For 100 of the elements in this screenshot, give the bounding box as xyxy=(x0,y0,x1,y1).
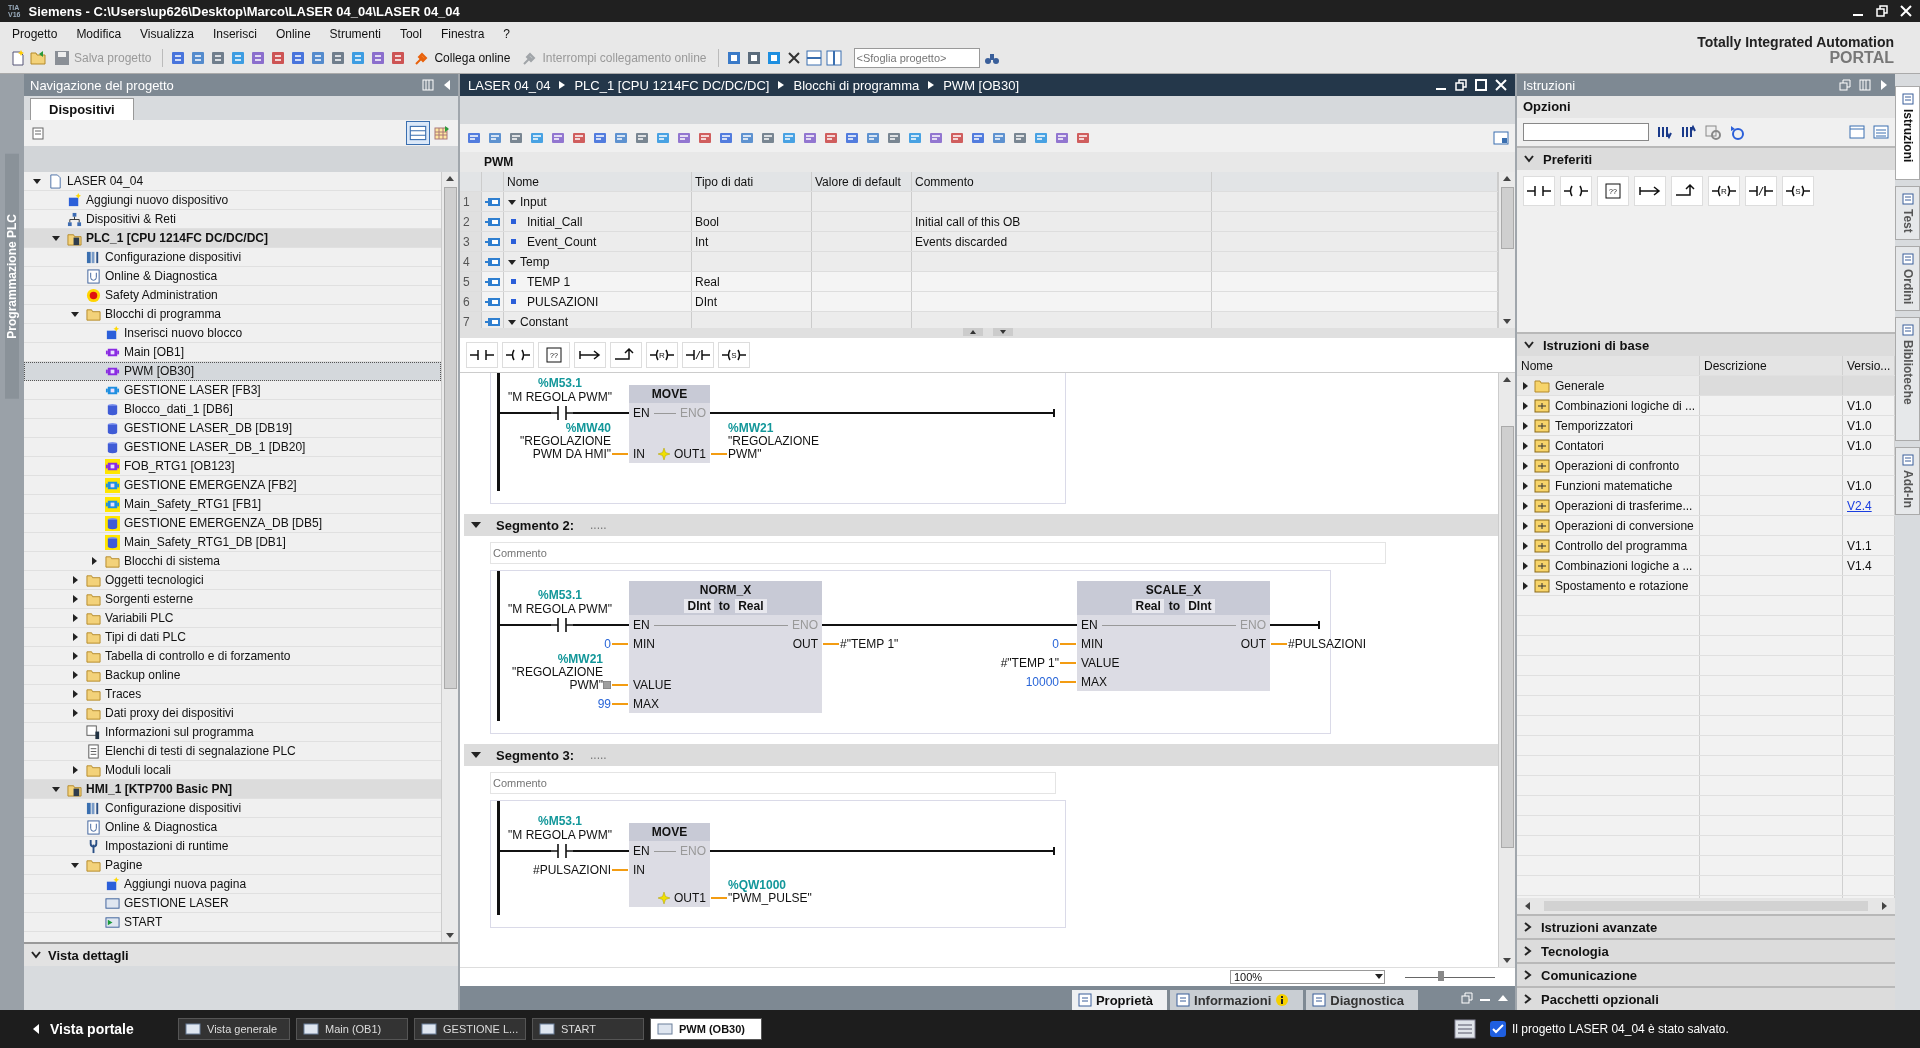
expand-arrow-icon[interactable] xyxy=(1521,560,1529,571)
tool-icon[interactable] xyxy=(1012,130,1028,146)
restore-icon[interactable] xyxy=(1876,5,1888,17)
operand-name[interactable]: #PULSAZIONI xyxy=(1288,638,1367,651)
expand-arrow-icon[interactable] xyxy=(1521,580,1529,591)
instruction-button[interactable] xyxy=(466,342,498,368)
expand-arrow-icon[interactable] xyxy=(1521,380,1529,391)
data-type-field[interactable]: Real xyxy=(735,599,767,613)
tree-item[interactable]: Variabili PLC xyxy=(24,609,441,628)
expander-icon[interactable] xyxy=(70,651,80,661)
data-type-field[interactable]: DInt xyxy=(1185,599,1215,613)
scrollbar[interactable] xyxy=(1498,172,1515,328)
splitter-down-icon[interactable] xyxy=(992,328,1013,336)
instruction-box[interactable]: NORM_X DInt to Real EN ENO MIN OUT VALUE MAX xyxy=(629,581,822,713)
editor-tab[interactable]: START xyxy=(532,1018,644,1040)
instruction-button[interactable]: S xyxy=(718,342,750,368)
constant-value[interactable]: 0 xyxy=(604,638,611,651)
tree-item[interactable]: Elenchi di testi di segnalazione PLC xyxy=(24,742,441,761)
constant-value[interactable]: 99 xyxy=(597,698,611,711)
tool-icon[interactable] xyxy=(634,130,650,146)
breadcrumb-item[interactable]: LASER 04_04 xyxy=(468,77,551,93)
connect-online-button[interactable]: Collega online xyxy=(410,50,515,66)
instruction-button[interactable]: R xyxy=(646,342,678,368)
menu-item[interactable]: Online xyxy=(275,26,311,41)
tree-item[interactable]: Tabella di controllo e di forzamento xyxy=(24,647,441,666)
breadcrumb-item[interactable]: Blocchi di programma xyxy=(793,77,920,93)
instruction-group-row[interactable]: Controllo del programma V1.1 xyxy=(1517,536,1895,556)
instruction-group-row[interactable]: Operazioni di trasferime... V2.4 xyxy=(1517,496,1895,516)
operand-name[interactable]: "REGOLAZIONE PWM" xyxy=(507,666,603,692)
new-project-icon[interactable] xyxy=(10,50,26,66)
restore-icon[interactable] xyxy=(1455,79,1467,91)
menu-item[interactable]: Tool xyxy=(399,26,422,41)
tool-icon[interactable] xyxy=(250,50,267,66)
instruction-button[interactable] xyxy=(574,342,606,368)
instruction-box[interactable]: MOVE EN ENO IN OUT1 xyxy=(629,385,710,463)
operand-name[interactable]: "REGOLAZIONE PWM" xyxy=(728,435,824,461)
expand-arrow-icon[interactable] xyxy=(1521,480,1529,491)
close-icon[interactable] xyxy=(785,50,802,66)
tool-icon[interactable] xyxy=(676,130,692,146)
column-header[interactable]: Descrizione xyxy=(1700,356,1843,375)
portal-view-button[interactable]: Vista portale xyxy=(32,1021,172,1037)
data-type-field[interactable]: DInt xyxy=(684,599,714,613)
tree-item[interactable]: GESTIONE LASER_DB_1 [DB20] xyxy=(24,438,441,457)
tool-icon[interactable] xyxy=(781,130,797,146)
expander-icon[interactable] xyxy=(70,594,80,604)
tool-icon[interactable] xyxy=(697,130,713,146)
tool-icon[interactable] xyxy=(487,130,503,146)
tool-icon[interactable] xyxy=(550,130,566,146)
instruction-box[interactable]: MOVE EN ENO IN OUT1 xyxy=(629,823,710,907)
search-down-icon[interactable] xyxy=(1657,124,1673,140)
tool-icon[interactable] xyxy=(970,130,986,146)
menu-item[interactable]: Progetto xyxy=(12,26,58,41)
menu-item[interactable]: Strumenti xyxy=(329,26,381,41)
tool-icon[interactable] xyxy=(190,50,207,66)
tree-item[interactable]: Pagine xyxy=(24,856,441,875)
expand-arrow-icon[interactable] xyxy=(1521,460,1529,471)
side-tab[interactable]: Istruzioni xyxy=(1895,86,1920,180)
expand-arrow-icon[interactable] xyxy=(1521,520,1529,531)
tree-item[interactable]: LASER 04_04 xyxy=(24,172,441,191)
tree-item[interactable]: Traces xyxy=(24,685,441,704)
instruction-group-row[interactable]: Combinazioni logiche di ... V1.0 xyxy=(1517,396,1895,416)
inspector-tab[interactable]: Diagnostica xyxy=(1306,990,1418,1010)
scrollbar[interactable] xyxy=(1517,898,1895,914)
section-header[interactable]: Vista dettagli xyxy=(24,942,458,966)
expander-icon[interactable] xyxy=(51,784,61,794)
instruction-group-row[interactable]: Generale xyxy=(1517,376,1895,396)
expander-icon[interactable] xyxy=(70,309,80,319)
editor-tab[interactable]: GESTIONE L... xyxy=(414,1018,526,1040)
instruction-button[interactable] xyxy=(1745,176,1777,206)
expander-icon[interactable] xyxy=(70,613,80,623)
column-header[interactable]: Nome xyxy=(1517,356,1700,375)
tool-icon[interactable] xyxy=(508,130,524,146)
tool-icon[interactable] xyxy=(370,50,387,66)
side-tab[interactable]: Ordini xyxy=(1895,245,1920,312)
expander-icon[interactable] xyxy=(70,708,80,718)
tool-icon[interactable] xyxy=(170,50,187,66)
tree-item[interactable]: FOB_RTG1 [OB123] xyxy=(24,457,441,476)
tool-icon[interactable] xyxy=(466,130,482,146)
expander-icon[interactable] xyxy=(51,233,61,243)
tree-item[interactable]: Blocco_dati_1 [DB6] xyxy=(24,400,441,419)
operand-name[interactable]: "REGOLAZIONE PWM DA HMI" xyxy=(515,435,611,461)
zoom-dropdown[interactable]: 100% xyxy=(1230,970,1385,984)
tree-item[interactable]: Backup online xyxy=(24,666,441,685)
expander-icon[interactable] xyxy=(89,556,99,566)
instruction-group-row[interactable]: Temporizzatori V1.0 xyxy=(1517,416,1895,436)
instruction-button[interactable] xyxy=(1671,176,1703,206)
tool-icon[interactable] xyxy=(310,50,327,66)
tool-icon[interactable] xyxy=(725,50,742,66)
instruction-button[interactable] xyxy=(1560,176,1592,206)
breadcrumb-item[interactable]: PLC_1 [CPU 1214FC DC/DC/DC] xyxy=(574,77,770,93)
menu-item[interactable]: Inserisci xyxy=(212,26,257,41)
editor-tab[interactable]: Main (OB1) xyxy=(296,1018,408,1040)
operand-name[interactable]: #PULSAZIONI xyxy=(532,864,611,877)
expander-icon[interactable] xyxy=(470,750,482,760)
section-header[interactable]: Preferiti xyxy=(1517,146,1895,170)
panel-view-icon[interactable] xyxy=(1849,124,1865,140)
expand-arrow-icon[interactable] xyxy=(1521,500,1529,511)
constant-value[interactable]: 0 xyxy=(1052,638,1059,651)
tree-item[interactable]: Blocchi di programma xyxy=(24,305,441,324)
tree-item[interactable]: Impostazioni di runtime xyxy=(24,837,441,856)
